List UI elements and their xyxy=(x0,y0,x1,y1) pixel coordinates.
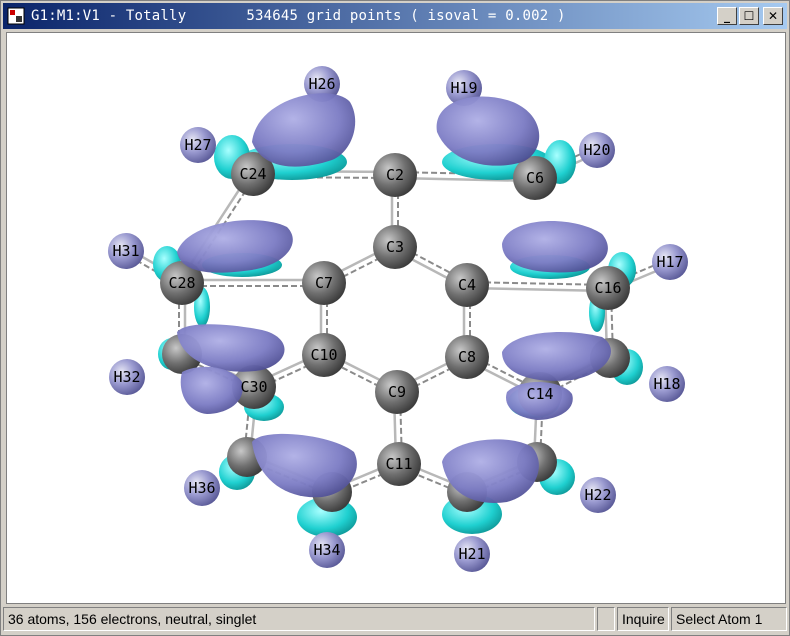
atom-label-h19: H19 xyxy=(450,79,477,97)
atom-label-h36: H36 xyxy=(188,479,215,497)
status-mode[interactable]: Inquire xyxy=(617,607,669,631)
positive-lobe xyxy=(252,433,357,498)
atom-label-h32: H32 xyxy=(113,368,140,386)
atom-label-c28: C28 xyxy=(168,274,195,292)
atom-label-h21: H21 xyxy=(458,545,485,563)
status-bar: 36 atoms, 156 electrons, neutral, single… xyxy=(3,607,787,633)
status-info: 36 atoms, 156 electrons, neutral, single… xyxy=(3,607,595,631)
positive-lobe xyxy=(502,332,611,381)
grid-info: 534645 grid points ( isoval = 0.002 ) xyxy=(246,8,566,24)
atom-label-c6: C6 xyxy=(526,169,544,187)
gaussview-window: G1:M1:V1 - Totally 534645 grid points ( … xyxy=(0,0,790,636)
atom-label-h18: H18 xyxy=(653,375,680,393)
molecule-canvas[interactable]: C2 C3 C4 C6 C7 C8 C9 C10 C11 C14 C16 C24 C28 C30 H17 H1… xyxy=(7,33,785,603)
atom-label-c30: C30 xyxy=(240,378,267,396)
atom-label-c24: C24 xyxy=(239,165,266,183)
positive-lobe xyxy=(502,221,608,273)
atom-label-h27: H27 xyxy=(184,136,211,154)
atom-label-c4: C4 xyxy=(458,276,476,294)
status-empty-panel xyxy=(597,607,615,631)
atom-label-h31: H31 xyxy=(112,242,139,260)
atom-label-c16: C16 xyxy=(594,279,621,297)
atom-label-c7: C7 xyxy=(315,274,333,292)
minimize-button[interactable]: _ xyxy=(717,7,737,25)
molecule-viewport[interactable]: C2 C3 C4 C6 C7 C8 C9 C10 C11 C14 C16 C24 C28 C30 H17 H1… xyxy=(6,32,786,604)
title-bar[interactable]: G1:M1:V1 - Totally 534645 grid points ( … xyxy=(3,3,787,29)
atom-label-h34: H34 xyxy=(313,541,340,559)
app-icon[interactable] xyxy=(7,7,25,25)
window-title: G1:M1:V1 - Totally xyxy=(31,8,187,24)
atom-label-c2: C2 xyxy=(386,166,404,184)
atom-label-h17: H17 xyxy=(656,253,683,271)
atom-label-c3: C3 xyxy=(386,238,404,256)
status-action[interactable]: Select Atom 1 xyxy=(671,607,787,631)
atom-label-c14: C14 xyxy=(526,385,553,403)
atom-label-h20: H20 xyxy=(583,141,610,159)
atom-label-h26: H26 xyxy=(308,75,335,93)
atom-label-c10: C10 xyxy=(310,346,337,364)
atom-label-h22: H22 xyxy=(584,486,611,504)
close-button[interactable]: ✕ xyxy=(763,7,783,25)
atom-label-c9: C9 xyxy=(388,383,406,401)
atom-label-c8: C8 xyxy=(458,348,476,366)
maximize-button[interactable]: ☐ xyxy=(739,7,759,25)
atom-label-c11: C11 xyxy=(385,455,412,473)
